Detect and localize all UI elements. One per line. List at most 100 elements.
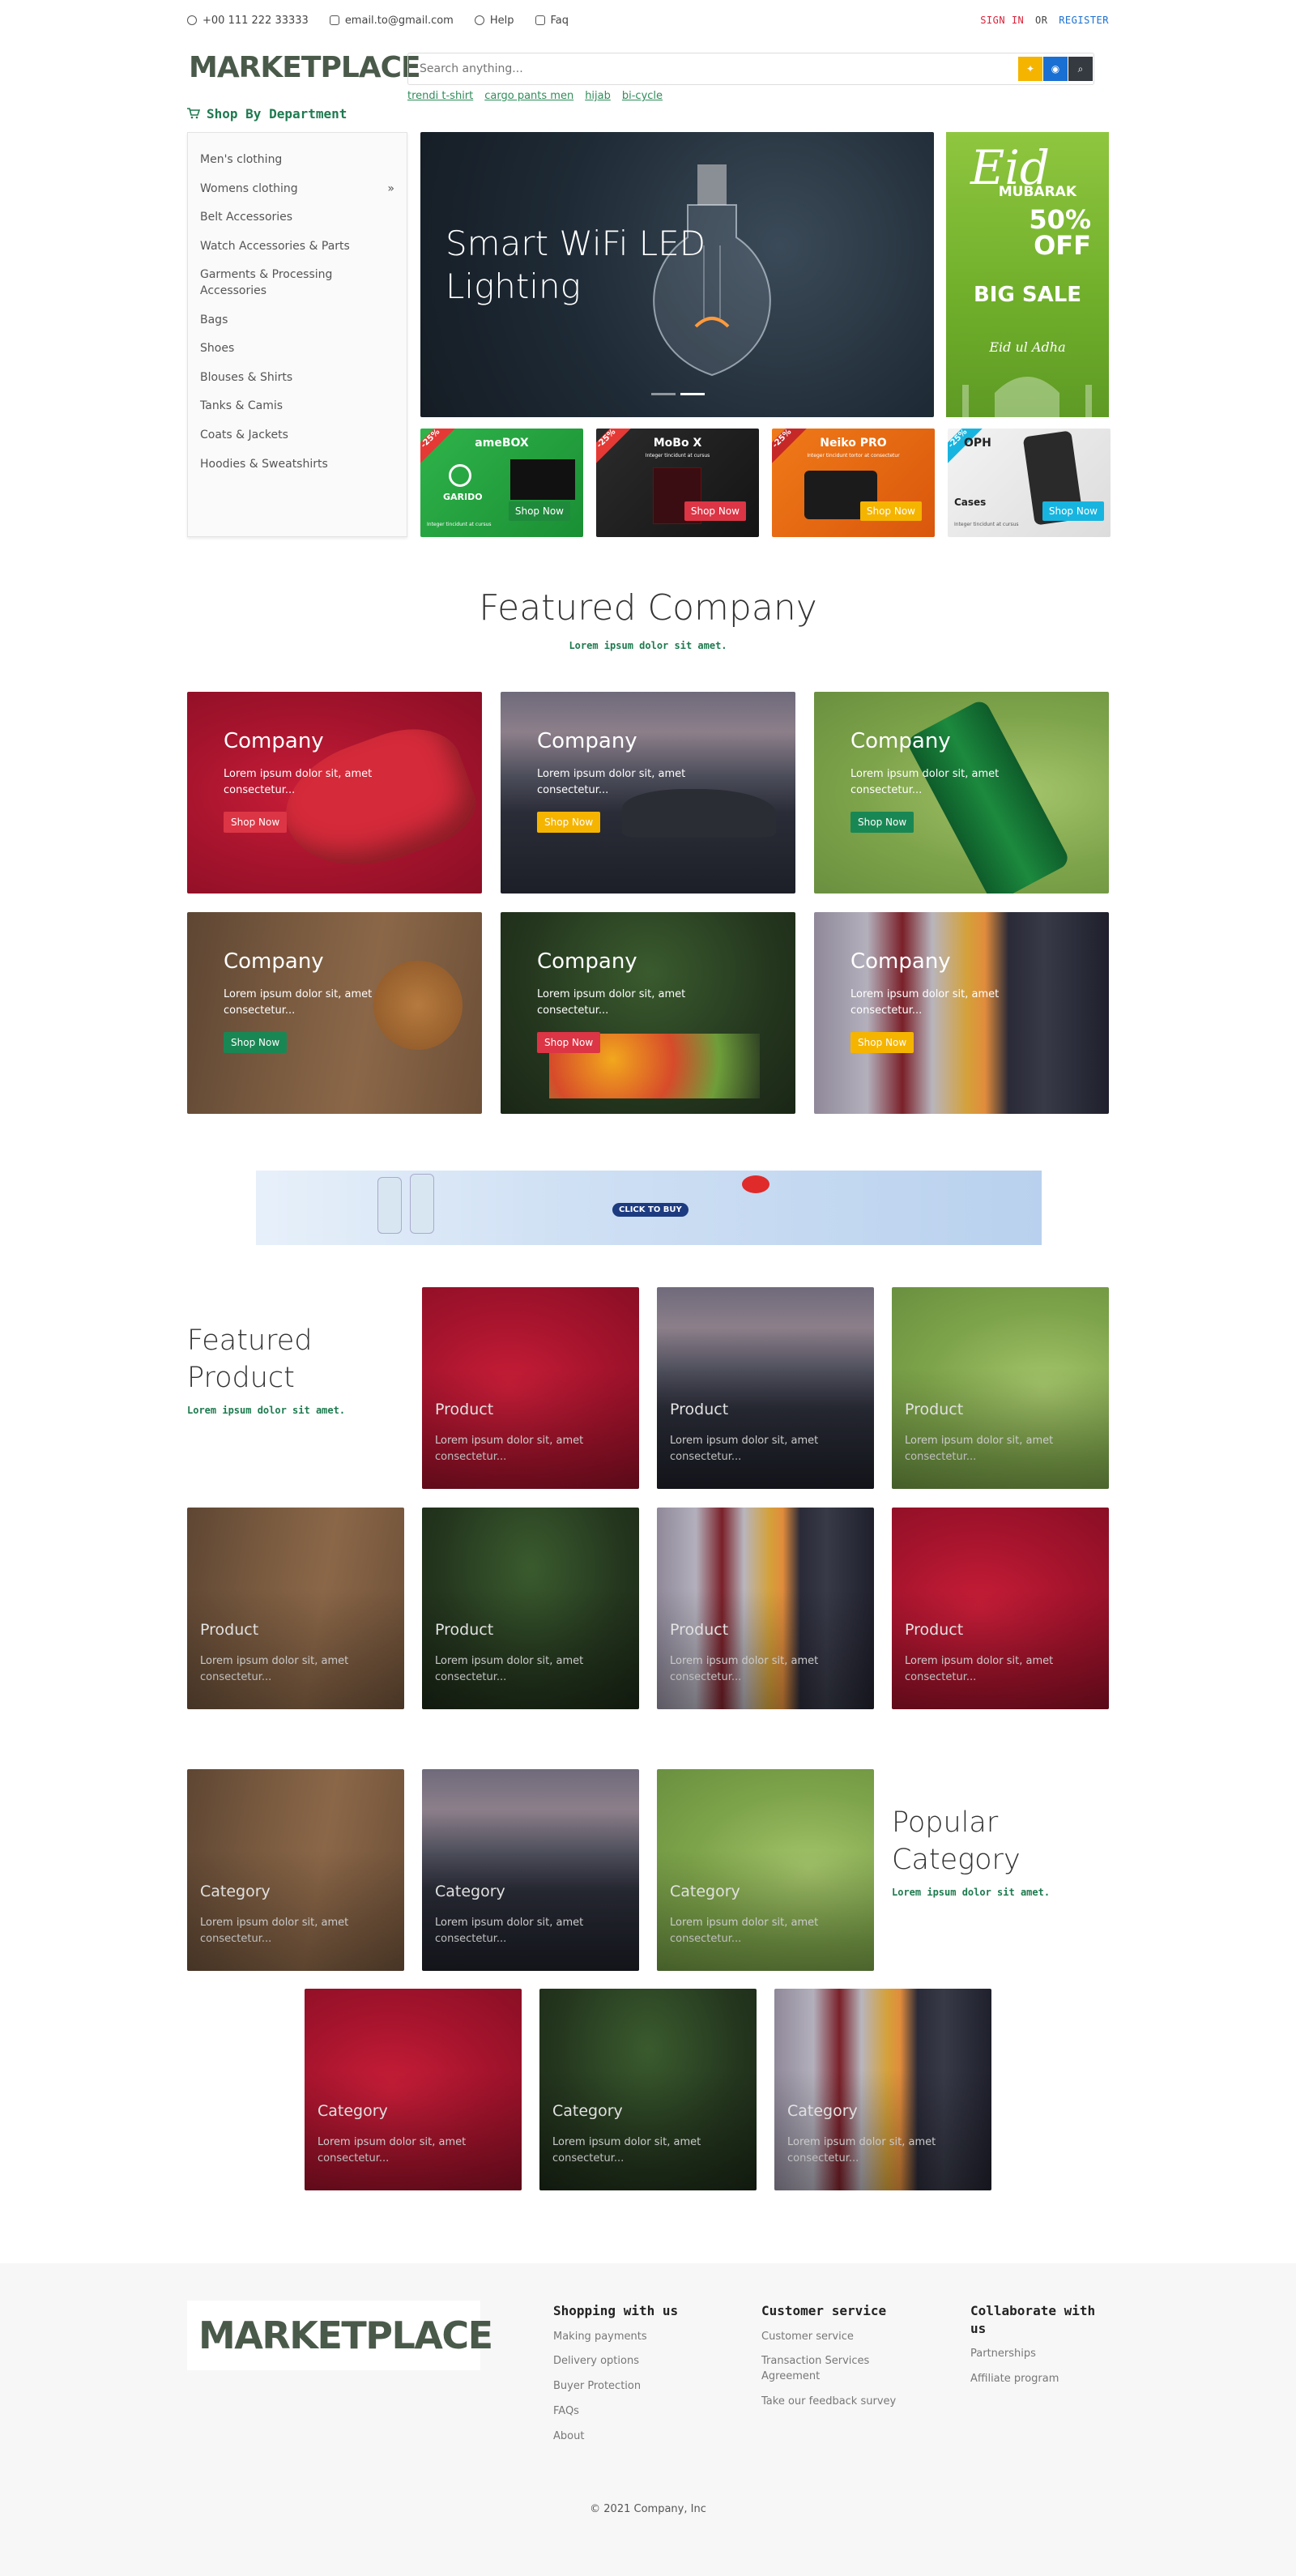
hero-headline: Smart WiFi LED Lighting — [446, 223, 706, 308]
hero-line-1: Smart WiFi LED — [446, 224, 706, 263]
company-card[interactable]: Company Lorem ipsum dolor sit, amet cons… — [187, 912, 482, 1114]
category-tile[interactable]: Category Lorem ipsum dolor sit, amet con… — [305, 1989, 522, 2190]
auth-links: SIGN IN OR REGISTER — [980, 15, 1109, 26]
promo-title: Neiko PRO — [820, 437, 887, 450]
footer-column-title: Shopping with us — [553, 2303, 679, 2318]
footer-link[interactable]: Transaction Services Agreement — [761, 2354, 903, 2385]
footer-logo-text: MARKETPLACE — [198, 2314, 493, 2357]
ad-banner[interactable]: CLICK TO BUY — [256, 1171, 1042, 1245]
hero-line-2: Lighting — [446, 266, 581, 306]
product-title: Product — [435, 1401, 494, 1418]
promo-brand: GARIDO — [443, 492, 483, 502]
search-yellow-icon[interactable]: ✦ — [1018, 57, 1042, 81]
shop-now-button[interactable]: Shop Now — [850, 812, 914, 833]
category-title: Category — [200, 1883, 271, 1900]
hero-banner[interactable]: Smart WiFi LED Lighting — [420, 132, 934, 417]
click-to-buy-button[interactable]: CLICK TO BUY — [612, 1203, 688, 1217]
footer-link[interactable]: Partnerships — [970, 2347, 1112, 2362]
faq-link[interactable]: Faq — [535, 15, 569, 27]
category-tile[interactable]: Category Lorem ipsum dolor sit, amet con… — [539, 1989, 757, 2190]
footer-link[interactable]: About — [553, 2429, 715, 2445]
promo-card[interactable]: -25% ameBOX GARIDO Integer tincidunt at … — [420, 429, 583, 537]
sidebar-item[interactable]: Shoes — [188, 335, 407, 364]
sidebar-item[interactable]: Hoodies & Sweatshirts — [188, 450, 407, 480]
sidebar-item[interactable]: Womens clothing» — [188, 175, 407, 204]
email-contact[interactable]: email.to@gmail.com — [329, 14, 454, 27]
eid-discount: 50% OFF — [1029, 204, 1091, 261]
eid-sale-banner[interactable]: Eid MUBARAK 50% OFF BIG SALE Eid ul Adha — [946, 132, 1109, 417]
shop-now-button[interactable]: Shop Now — [537, 1032, 601, 1053]
email-text: email.to@gmail.com — [344, 14, 454, 27]
sidebar-item[interactable]: Bags — [188, 306, 407, 335]
sign-in-link[interactable]: SIGN IN — [980, 15, 1024, 26]
category-tile[interactable]: Category Lorem ipsum dolor sit, amet con… — [187, 1769, 404, 1971]
search-input[interactable] — [420, 62, 1018, 75]
category-tile[interactable]: Category Lorem ipsum dolor sit, amet con… — [774, 1989, 991, 2190]
sidebar-item[interactable]: Belt Accessories — [188, 203, 407, 232]
footer-link[interactable]: Take our feedback survey — [761, 2395, 903, 2410]
product-tile[interactable]: Product Lorem ipsum dolor sit, amet cons… — [422, 1287, 639, 1489]
shop-now-button[interactable]: Shop Now — [850, 1032, 914, 1053]
company-card[interactable]: Company Lorem ipsum dolor sit, amet cons… — [501, 912, 795, 1114]
company-card[interactable]: Company Lorem ipsum dolor sit, amet cons… — [814, 692, 1109, 893]
sidebar-item[interactable]: Coats & Jackets — [188, 421, 407, 450]
phone-contact[interactable]: +00 111 222 33333 — [187, 15, 309, 27]
product-tile[interactable]: Product Lorem ipsum dolor sit, amet cons… — [187, 1508, 404, 1709]
footer-link[interactable]: Delivery options — [553, 2354, 715, 2369]
shop-now-button[interactable]: Shop Now — [1042, 501, 1104, 521]
product-tile[interactable]: Product Lorem ipsum dolor sit, amet cons… — [422, 1508, 639, 1709]
product-desc: Lorem ipsum dolor sit, amet consectetur.… — [670, 1655, 819, 1684]
company-card[interactable]: Company Lorem ipsum dolor sit, amet cons… — [187, 692, 482, 893]
console-image — [510, 459, 575, 500]
shop-now-button[interactable]: Shop Now — [224, 1032, 288, 1053]
shop-now-button[interactable]: Shop Now — [684, 501, 746, 521]
footer-link[interactable]: Making payments — [553, 2330, 715, 2345]
sidebar-item[interactable]: Men's clothing — [188, 146, 407, 175]
footer-link[interactable]: FAQs — [553, 2404, 715, 2420]
shop-now-button[interactable]: Shop Now — [224, 812, 288, 833]
product-title: Product — [905, 1401, 964, 1418]
phone-icon — [187, 15, 197, 25]
shop-now-button[interactable]: Shop Now — [508, 501, 570, 521]
footer-logo[interactable]: MARKETPLACE — [187, 2301, 493, 2370]
category-title: Category — [670, 1883, 740, 1900]
sidebar-item[interactable]: Tanks & Camis — [188, 392, 407, 421]
suggestion-link[interactable]: trendi t-shirt — [407, 90, 473, 102]
help-link[interactable]: Help — [474, 15, 514, 27]
footer-link[interactable]: Buyer Protection — [553, 2379, 715, 2395]
suggestion-link[interactable]: hijab — [585, 90, 611, 102]
promo-card[interactable]: -25% OPH Cases Integer tincidunt at curs… — [948, 429, 1111, 537]
product-title: Product — [200, 1621, 259, 1639]
product-title: Product — [905, 1621, 964, 1639]
footer-link[interactable]: Customer service — [761, 2330, 903, 2345]
product-tile[interactable]: Product Lorem ipsum dolor sit, amet cons… — [892, 1508, 1109, 1709]
sidebar-item[interactable]: Blouses & Shirts — [188, 364, 407, 393]
product-tile[interactable]: Product Lorem ipsum dolor sit, amet cons… — [657, 1508, 874, 1709]
search-icon[interactable]: ⌕ — [1068, 57, 1093, 81]
camera-search-icon[interactable]: ◉ — [1043, 57, 1068, 81]
company-card[interactable]: Company Lorem ipsum dolor sit, amet cons… — [814, 912, 1109, 1114]
shop-now-button[interactable]: Shop Now — [537, 812, 601, 833]
company-card-title: Company — [850, 729, 951, 753]
sidebar-item[interactable]: Watch Accessories & Parts — [188, 232, 407, 262]
register-link[interactable]: REGISTER — [1059, 15, 1109, 26]
promo-row: -25% ameBOX GARIDO Integer tincidunt at … — [420, 429, 1111, 537]
carousel-dot[interactable] — [651, 393, 676, 395]
promo-card[interactable]: -25% MoBo X Integer tincidunt at cursus … — [596, 429, 759, 537]
suggestion-link[interactable]: bi-cycle — [622, 90, 663, 102]
product-tile[interactable]: Product Lorem ipsum dolor sit, amet cons… — [657, 1287, 874, 1489]
shop-now-button[interactable]: Shop Now — [859, 501, 922, 521]
category-tile[interactable]: Category Lorem ipsum dolor sit, amet con… — [422, 1769, 639, 1971]
category-desc: Lorem ipsum dolor sit, amet consectetur.… — [318, 2136, 467, 2165]
suggestion-link[interactable]: cargo pants men — [484, 90, 573, 102]
search-suggestions: trendi t-shirt cargo pants men hijab bi-… — [407, 90, 1094, 102]
company-card[interactable]: Company Lorem ipsum dolor sit, amet cons… — [501, 692, 795, 893]
sidebar-item[interactable]: Garments & Processing Accessories — [188, 261, 407, 305]
promo-card[interactable]: -25% Neiko PRO Integer tincidunt tortor … — [772, 429, 935, 537]
company-card-title: Company — [537, 729, 637, 753]
carousel-dot-active[interactable] — [680, 393, 705, 395]
category-tile[interactable]: Category Lorem ipsum dolor sit, amet con… — [657, 1769, 874, 1971]
footer-link[interactable]: Affiliate program — [970, 2372, 1112, 2387]
site-logo[interactable]: MARKETPLACE — [187, 47, 421, 87]
product-tile[interactable]: Product Lorem ipsum dolor sit, amet cons… — [892, 1287, 1109, 1489]
